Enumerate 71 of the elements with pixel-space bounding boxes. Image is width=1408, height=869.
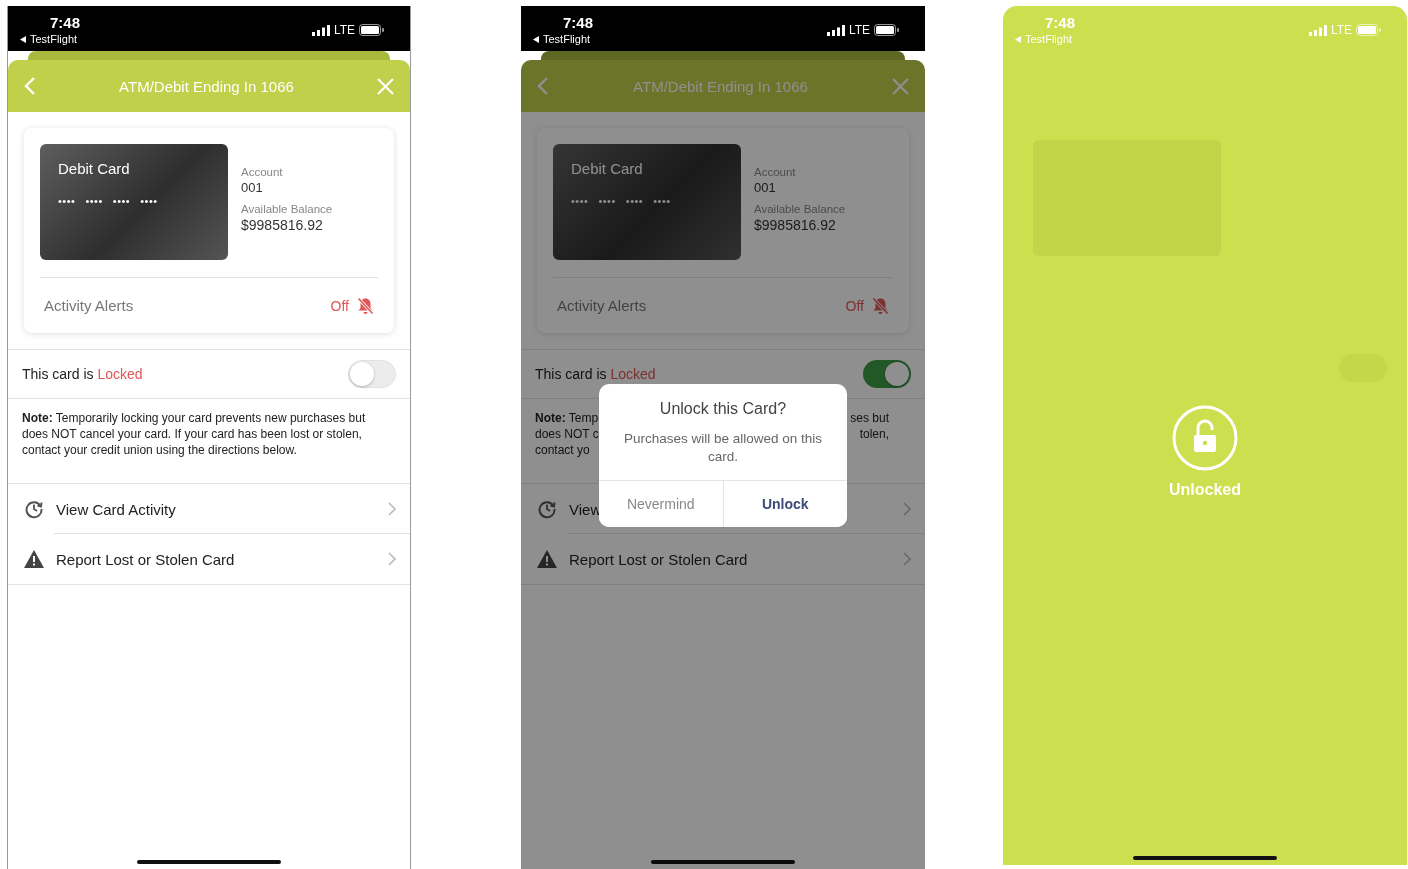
account-label: Account <box>754 166 797 178</box>
status-time: 7:48 <box>563 14 594 31</box>
note-fragment: Note: Temp <box>535 410 599 426</box>
back-icon[interactable] <box>24 76 36 96</box>
back-app-label[interactable]: TestFlight <box>30 33 78 45</box>
balance-label: Available Balance <box>241 203 333 215</box>
action-label[interactable]: View Card Activity <box>56 500 376 518</box>
account-number: 001 <box>241 180 264 195</box>
card-number-mask: •••• <box>571 195 589 207</box>
cancel-button[interactable]: Nevermind <box>599 481 724 527</box>
account-label: Account <box>241 166 284 178</box>
balance-value: $9985816.92 <box>241 217 324 233</box>
network-label: LTE <box>333 23 355 37</box>
bell-slash-icon[interactable] <box>872 296 889 315</box>
close-icon[interactable] <box>892 77 909 95</box>
card-number-mask: •••• <box>140 195 158 207</box>
header-title: ATM/Debit Ending In 1066 <box>119 77 294 95</box>
card-number-mask: •••• <box>598 195 616 207</box>
signal-icon <box>826 24 845 36</box>
card-number-mask: •••• <box>85 195 103 207</box>
alerts-state[interactable]: Off <box>330 297 349 314</box>
network-label: LTE <box>848 23 870 37</box>
unlock-icon <box>1172 405 1238 471</box>
note-fragment: does NOT c <box>535 426 599 442</box>
unlocked-label: Unlocked <box>1169 481 1241 499</box>
balance-label: Available Balance <box>754 203 846 215</box>
action-label[interactable]: Report Lost or Stolen Card <box>569 550 891 568</box>
signal-icon <box>311 24 330 36</box>
card-number-mask: •••• <box>625 195 644 207</box>
card-number-mask: •••• <box>112 195 131 207</box>
dialog-message: Purchases will be allowed on this card. <box>622 430 824 466</box>
chevron-right-icon <box>903 552 911 566</box>
header-title: ATM/Debit Ending In 1066 <box>633 77 808 95</box>
chevron-right-icon <box>903 502 911 516</box>
activity-alerts-label: Activity Alerts <box>557 297 647 314</box>
lock-status-text: This card is Locked <box>535 366 656 382</box>
back-triangle-icon[interactable] <box>533 35 539 43</box>
card-number-mask: •••• <box>653 195 671 207</box>
card-name: Debit Card <box>58 160 131 177</box>
card-name: Debit Card <box>571 160 644 177</box>
warning-icon <box>24 550 44 568</box>
activity-alerts-label: Activity Alerts <box>44 297 134 314</box>
action-label[interactable]: Report Lost or Stolen Card <box>56 550 376 568</box>
back-icon[interactable] <box>537 76 549 96</box>
bell-slash-icon[interactable] <box>357 296 374 315</box>
dialog-title: Unlock this Card? <box>658 399 788 418</box>
account-number: 001 <box>754 180 777 195</box>
chevron-right-icon <box>388 502 396 516</box>
note-fragment: tolen, <box>859 426 889 442</box>
warning-icon <box>537 550 557 568</box>
note-fragment: contact yo <box>535 442 591 458</box>
battery-icon <box>1356 24 1381 36</box>
lock-toggle[interactable] <box>348 360 396 388</box>
close-icon[interactable] <box>377 77 394 95</box>
lock-toggle[interactable] <box>863 360 911 388</box>
back-triangle-icon[interactable] <box>20 35 26 43</box>
battery-icon <box>359 24 384 36</box>
signal-icon <box>1308 24 1327 36</box>
note-fragment: ses but <box>850 410 889 426</box>
history-icon <box>537 499 557 519</box>
status-time: 7:48 <box>50 14 81 31</box>
card-number-mask: •••• <box>58 195 76 207</box>
battery-icon <box>874 24 899 36</box>
back-app-label[interactable]: TestFlight <box>543 33 591 45</box>
lock-status-text: This card is Locked <box>22 366 143 382</box>
network-label: LTE <box>1330 23 1352 37</box>
chevron-right-icon <box>388 552 396 566</box>
note-text: Note: Temporarily locking your card prevents new purchases but does NOT cancel your card. If your card has been lost or stolen, contact your credit union using the directions below. <box>8 399 410 484</box>
status-time: 7:48 <box>1045 14 1076 31</box>
balance-value: $9985816.92 <box>754 217 837 233</box>
history-icon <box>24 499 44 519</box>
